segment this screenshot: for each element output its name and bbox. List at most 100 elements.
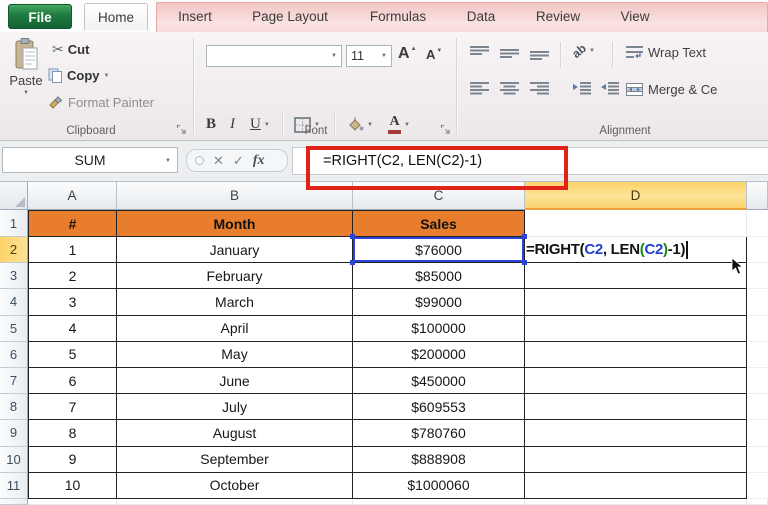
- cell-D10[interactable]: [525, 446, 747, 473]
- cell-D11[interactable]: [525, 472, 747, 499]
- clipboard-dialog-launcher-icon[interactable]: [176, 124, 187, 135]
- formula-input[interactable]: =RIGHT(C2, LEN(C2)-1): [292, 147, 768, 175]
- row-header-9[interactable]: 9: [0, 420, 28, 447]
- align-right-button[interactable]: [530, 82, 549, 96]
- font-name-dropdown-icon[interactable]: ▼: [331, 53, 337, 59]
- align-middle-button[interactable]: [500, 46, 519, 60]
- row-header-7[interactable]: 7: [0, 367, 28, 395]
- name-box-dropdown-icon[interactable]: ▼: [165, 158, 171, 164]
- cell-D1[interactable]: [525, 210, 747, 237]
- cell-C11[interactable]: $1000060: [353, 472, 525, 499]
- row-header-4[interactable]: 4: [0, 289, 28, 316]
- paste-button[interactable]: Paste ▼: [5, 37, 47, 129]
- cell-D2[interactable]: =RIGHT(C2, LEN(C2) -1): [525, 237, 747, 264]
- row-header-6[interactable]: 6: [0, 341, 28, 368]
- italic-button[interactable]: I: [230, 116, 235, 133]
- cell-A5[interactable]: 4: [28, 315, 117, 342]
- cell-B9[interactable]: August: [117, 420, 353, 447]
- tab-page-layout[interactable]: Page Layout: [238, 3, 342, 30]
- cell-C3[interactable]: $85000: [353, 263, 525, 290]
- cell-D7[interactable]: [525, 367, 747, 395]
- align-left-button[interactable]: [470, 82, 489, 96]
- cell-B3[interactable]: February: [117, 263, 353, 290]
- tab-formulas[interactable]: Formulas: [354, 3, 442, 30]
- row-header-2[interactable]: 2: [0, 237, 28, 264]
- font-dialog-launcher-icon[interactable]: [440, 124, 451, 135]
- orientation-dropdown-icon[interactable]: ▼: [589, 48, 595, 54]
- cell-C6[interactable]: $200000: [353, 341, 525, 368]
- cell-E9[interactable]: [747, 420, 768, 447]
- cell-E6[interactable]: [747, 341, 768, 368]
- row-header-10[interactable]: 10: [0, 446, 28, 473]
- cell-E2[interactable]: [747, 237, 768, 264]
- cell-A2[interactable]: 1: [28, 237, 117, 264]
- align-top-button[interactable]: [470, 46, 489, 60]
- tab-view[interactable]: View: [604, 3, 666, 30]
- row-header-1[interactable]: 1: [0, 210, 28, 237]
- grow-font-button[interactable]: A ▲: [398, 45, 417, 63]
- cell-D9[interactable]: [525, 420, 747, 447]
- cell-E10[interactable]: [747, 446, 768, 473]
- tab-file[interactable]: File: [8, 4, 72, 29]
- row-header-12-partial[interactable]: [0, 498, 28, 505]
- align-center-button[interactable]: [500, 82, 519, 96]
- cell-A8[interactable]: 7: [28, 394, 117, 421]
- tab-home[interactable]: Home: [84, 3, 148, 30]
- cell-C5[interactable]: $100000: [353, 315, 525, 342]
- cut-button[interactable]: ✂ Cut: [52, 41, 89, 58]
- select-all-corner[interactable]: [0, 182, 28, 210]
- cell-B2[interactable]: January: [117, 237, 353, 264]
- paste-dropdown-icon[interactable]: ▼: [23, 90, 29, 96]
- insert-function-button[interactable]: fx: [253, 153, 265, 169]
- copy-dropdown-icon[interactable]: ▼: [104, 73, 110, 79]
- cell-A7[interactable]: 6: [28, 367, 117, 395]
- cell-D6[interactable]: [525, 341, 747, 368]
- cell-A4[interactable]: 3: [28, 289, 117, 316]
- cell-A1[interactable]: #: [28, 210, 117, 237]
- cell-B1[interactable]: Month: [117, 210, 353, 237]
- cell-E1[interactable]: [747, 210, 768, 237]
- cell-E4[interactable]: [747, 289, 768, 316]
- cell-B10[interactable]: September: [117, 446, 353, 473]
- cell-E11[interactable]: [747, 472, 768, 499]
- cell-D8[interactable]: [525, 394, 747, 421]
- cell-C10[interactable]: $888908: [353, 446, 525, 473]
- bold-button[interactable]: B: [206, 116, 216, 133]
- cell-B11[interactable]: October: [117, 472, 353, 499]
- cell-C9[interactable]: $780760: [353, 420, 525, 447]
- name-box[interactable]: SUM ▼: [2, 147, 178, 173]
- cell-B4[interactable]: March: [117, 289, 353, 316]
- cell-A9[interactable]: 8: [28, 420, 117, 447]
- format-painter-button[interactable]: Format Painter: [48, 95, 154, 110]
- cell-A10[interactable]: 9: [28, 446, 117, 473]
- row-header-11[interactable]: 11: [0, 472, 28, 499]
- wrap-text-button[interactable]: Wrap Text: [626, 45, 706, 60]
- cell-A6[interactable]: 5: [28, 341, 117, 368]
- cancel-button[interactable]: ✕: [213, 154, 224, 167]
- cell-A11[interactable]: 10: [28, 472, 117, 499]
- row-header-5[interactable]: 5: [0, 315, 28, 342]
- font-color-dropdown-icon[interactable]: ▼: [404, 122, 410, 128]
- shrink-font-button[interactable]: A ▼: [426, 47, 442, 62]
- cell-D4[interactable]: [525, 289, 747, 316]
- row-header-3[interactable]: 3: [0, 263, 28, 290]
- column-header-C[interactable]: C: [353, 182, 525, 210]
- increase-indent-button[interactable]: [600, 82, 619, 96]
- merge-center-button[interactable]: Merge & Ce: [626, 82, 768, 97]
- font-name-combo[interactable]: ▼: [206, 45, 342, 67]
- font-size-dropdown-icon[interactable]: ▼: [381, 53, 387, 59]
- orientation-button[interactable]: ab ▼: [569, 41, 595, 61]
- tab-review[interactable]: Review: [522, 3, 594, 30]
- cell-C7[interactable]: $450000: [353, 367, 525, 395]
- cell-B5[interactable]: April: [117, 315, 353, 342]
- cell-E7[interactable]: [747, 367, 768, 395]
- cell-E3[interactable]: [747, 263, 768, 290]
- copy-button[interactable]: Copy ▼: [48, 68, 109, 83]
- font-size-combo[interactable]: 11 ▼: [346, 45, 392, 67]
- cell-E8[interactable]: [747, 394, 768, 421]
- column-header-D[interactable]: D: [525, 182, 747, 210]
- cell-D3[interactable]: [525, 263, 747, 290]
- decrease-indent-button[interactable]: [572, 82, 591, 96]
- cell-B8[interactable]: July: [117, 394, 353, 421]
- column-header-B[interactable]: B: [117, 182, 353, 210]
